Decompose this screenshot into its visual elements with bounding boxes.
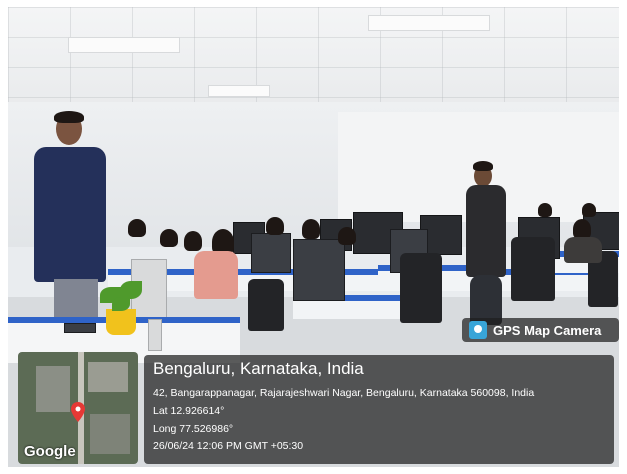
chair bbox=[511, 237, 555, 301]
location-info-panel: Bengaluru, Karnataka, India 42, Bangarap… bbox=[144, 355, 614, 464]
student bbox=[564, 237, 602, 263]
student bbox=[266, 217, 284, 235]
map-building bbox=[36, 366, 70, 412]
ceiling-light bbox=[368, 15, 490, 31]
gps-map-camera-label: GPS Map Camera bbox=[493, 322, 602, 338]
location-latitude: Lat 12.926614° bbox=[153, 405, 225, 417]
location-datetime: 26/06/24 12:06 PM GMT +05:30 bbox=[153, 440, 304, 452]
student bbox=[338, 227, 356, 245]
map-thumbnail: Google bbox=[18, 352, 138, 464]
map-pin-icon bbox=[71, 402, 85, 422]
gps-map-camera-badge: GPS Map Camera bbox=[462, 318, 619, 342]
chair bbox=[248, 279, 284, 331]
map-building bbox=[90, 414, 130, 454]
location-title: Bengaluru, Karnataka, India bbox=[153, 359, 364, 378]
student bbox=[128, 219, 146, 237]
student bbox=[184, 231, 202, 251]
student bbox=[194, 251, 238, 299]
plant-leaf bbox=[112, 297, 130, 311]
photo-frame: GPS Map Camera Google Bengaluru, Karnata… bbox=[0, 0, 627, 474]
geotag-overlay: Google Bengaluru, Karnataka, India 42, B… bbox=[8, 340, 619, 467]
ceiling-light bbox=[208, 85, 270, 97]
phone-on-table bbox=[64, 323, 96, 333]
speaker-blazer bbox=[34, 147, 106, 282]
location-longitude: Long 77.526986° bbox=[153, 423, 234, 435]
computer-tower bbox=[251, 233, 291, 273]
student bbox=[582, 203, 596, 217]
student bbox=[538, 203, 552, 217]
plant-pot bbox=[106, 309, 136, 335]
standing-student bbox=[466, 185, 506, 277]
speaker-hair bbox=[54, 111, 84, 123]
standing-student-hair bbox=[473, 161, 493, 171]
student bbox=[573, 219, 591, 239]
google-logo: Google bbox=[24, 443, 76, 460]
gps-map-camera-icon bbox=[469, 321, 487, 339]
location-address: 42, Bangarappanagar, Rajarajeshwari Naga… bbox=[153, 387, 535, 399]
chair bbox=[400, 253, 442, 323]
map-building bbox=[88, 362, 128, 392]
student bbox=[302, 219, 320, 239]
computer-tower bbox=[293, 239, 345, 301]
student bbox=[160, 229, 178, 247]
ceiling-light bbox=[68, 37, 180, 53]
